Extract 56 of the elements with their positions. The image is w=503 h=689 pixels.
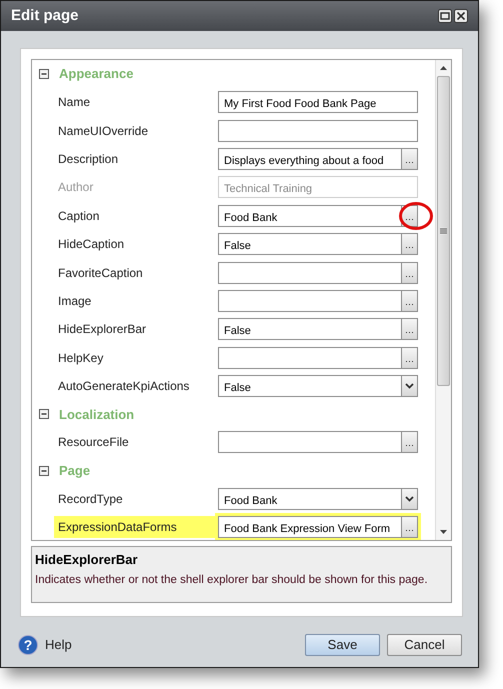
- property-label: HelpKey: [58, 350, 104, 367]
- ellipsis-button[interactable]: [401, 234, 417, 254]
- description-text: Indicates whether or not the shell explorer bar should be shown for this page.: [35, 572, 429, 588]
- group-title: Localization: [59, 406, 134, 424]
- input-field[interactable]: [218, 346, 418, 369]
- property-label: HideExplorerBar: [58, 321, 146, 338]
- input-field[interactable]: [218, 262, 418, 284]
- property-label: Author: [58, 179, 94, 196]
- input-field[interactable]: Food Bank: [218, 204, 418, 227]
- property-label: HideCaption: [58, 236, 124, 254]
- ellipsis-button[interactable]: [401, 262, 417, 283]
- property-label: Name: [58, 94, 90, 112]
- property-label: Description: [58, 150, 118, 168]
- collapse-icon[interactable]: [39, 466, 49, 476]
- ellipsis-button[interactable]: [401, 319, 417, 340]
- input-field[interactable]: [218, 290, 418, 312]
- property-label: Image: [58, 292, 92, 310]
- dropdown-button[interactable]: [401, 488, 417, 509]
- ellipsis-button[interactable]: [401, 148, 417, 169]
- group-title: Page: [59, 462, 90, 480]
- input-field[interactable]: False: [218, 318, 418, 340]
- input-field[interactable]: My First Food Food Bank Page: [218, 91, 418, 114]
- description-title: HideExplorerBar: [35, 551, 139, 569]
- collapse-icon[interactable]: [39, 409, 49, 420]
- property-label: AutoGenerateKpiActions: [58, 378, 190, 396]
- input-field[interactable]: Food Bank Expression View Form: [218, 516, 418, 538]
- input-field[interactable]: Displays everything about a food: [218, 148, 418, 170]
- cancel-button[interactable]: Cancel: [387, 634, 462, 656]
- help-icon[interactable]: ?: [18, 635, 38, 655]
- property-label: Caption: [58, 208, 100, 225]
- dropdown-button[interactable]: [401, 376, 417, 396]
- property-label: FavoriteCaption: [58, 264, 143, 282]
- group-title: Appearance: [59, 65, 134, 84]
- save-button[interactable]: Save: [305, 634, 380, 656]
- scroll-thumb[interactable]: [437, 76, 450, 386]
- ellipsis-button[interactable]: [401, 290, 417, 311]
- ellipsis-button[interactable]: [401, 517, 417, 538]
- grip-icon: [440, 228, 447, 234]
- ellipsis-button[interactable]: [401, 348, 417, 368]
- property-label: NameUIOverride: [58, 122, 148, 140]
- input-field[interactable]: [218, 120, 418, 142]
- property-label: RecordType: [58, 490, 123, 508]
- close-icon[interactable]: [454, 9, 468, 23]
- help-link[interactable]: Help: [45, 635, 72, 655]
- maximize-icon[interactable]: [438, 9, 452, 23]
- input-field[interactable]: False: [218, 233, 418, 256]
- property-label: ExpressionDataForms: [58, 519, 177, 536]
- dropdown-field[interactable]: Food Bank: [218, 488, 418, 510]
- collapse-icon[interactable]: [39, 69, 49, 79]
- window-title: Edit page: [11, 6, 79, 26]
- chevron-down-icon: [405, 496, 414, 502]
- input-field[interactable]: [218, 431, 418, 454]
- property-label: ResourceFile: [58, 434, 129, 452]
- dropdown-field[interactable]: False: [218, 375, 418, 398]
- chevron-down-icon: [405, 383, 414, 390]
- ellipsis-button[interactable]: [401, 432, 417, 452]
